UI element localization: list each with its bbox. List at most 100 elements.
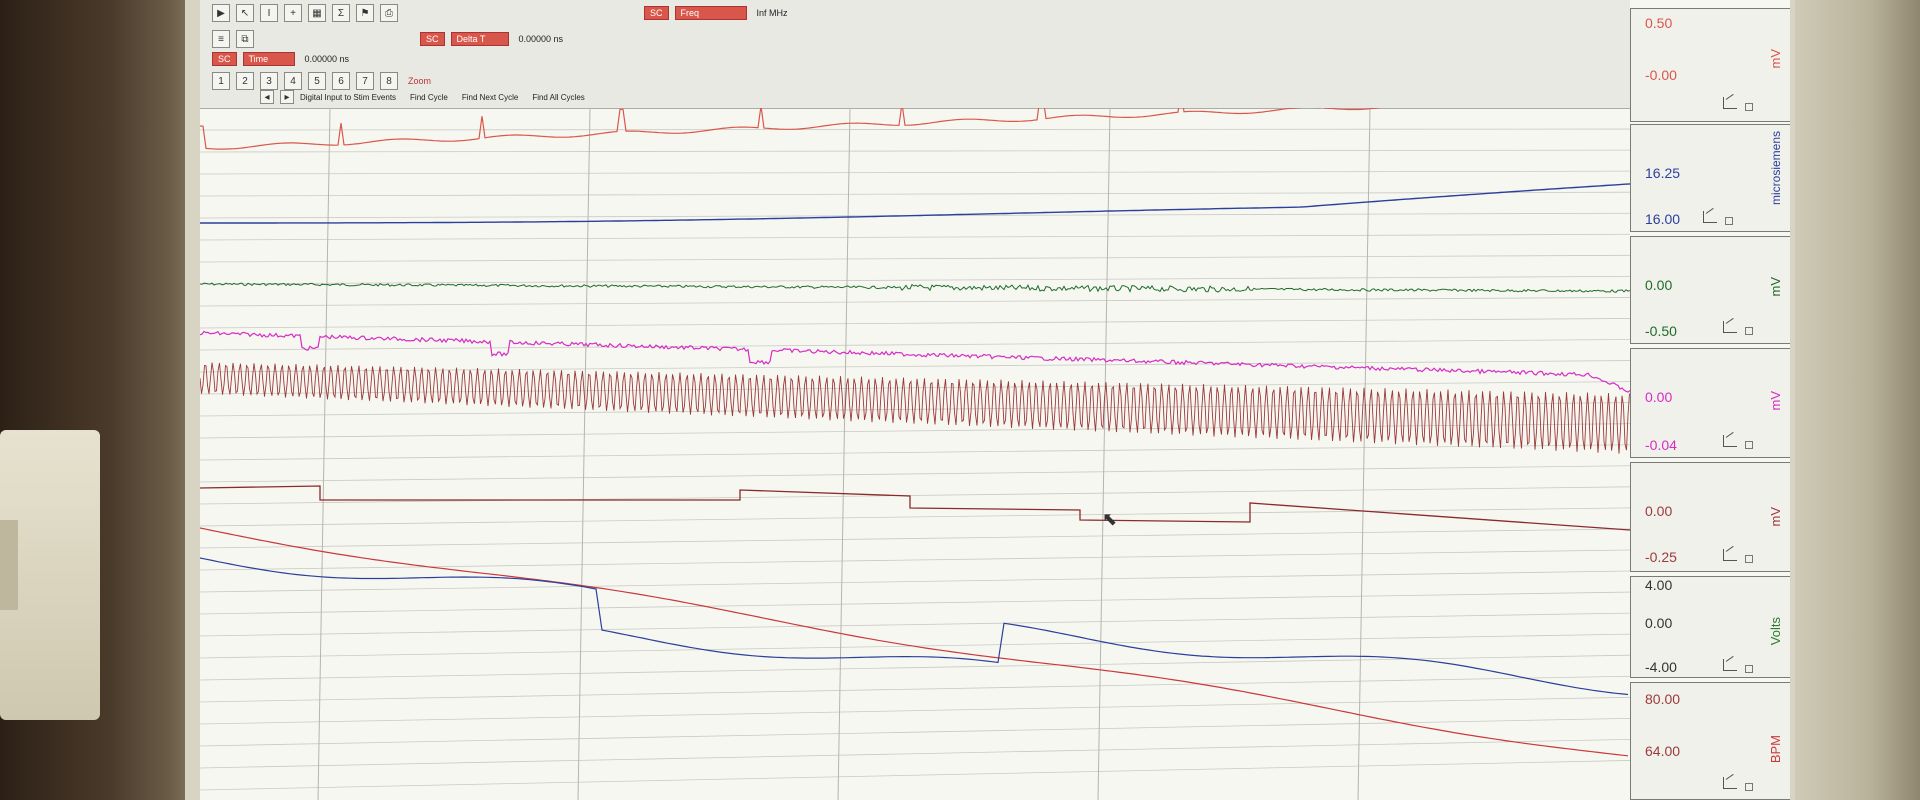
emg-scale-top: 0.00 <box>1645 277 1673 293</box>
grid-line-v <box>577 108 591 800</box>
grid-line-h <box>200 233 1630 241</box>
grid-line-h <box>200 486 1630 505</box>
waveform-area[interactable] <box>200 108 1630 800</box>
delta-readout: 0.00000 ns <box>518 34 564 44</box>
eeg-scale-bottom: -0.04 <box>1645 437 1677 453</box>
grid-line-h <box>200 381 1630 395</box>
print-icon[interactable]: ⎙ <box>380 4 398 22</box>
resp-scale-bottom: -0.25 <box>1645 549 1677 565</box>
zoom-step-7[interactable]: 7 <box>356 72 374 90</box>
zoom-step-5[interactable]: 5 <box>308 72 326 90</box>
desk-equipment-edge <box>0 520 18 610</box>
measurement-select-freq[interactable]: Freq <box>674 6 747 20</box>
autoscale-icon[interactable] <box>1723 435 1737 447</box>
ecg-scale-bottom: -0.00 <box>1645 67 1677 83</box>
grid-line-h <box>200 339 1630 351</box>
grid-line-h <box>200 675 1630 703</box>
scale-panel-emg: 0.00 -0.50 mV <box>1630 236 1790 344</box>
digital-scale-mid: 0.00 <box>1645 615 1673 631</box>
grid-line-h <box>200 696 1630 725</box>
eda-scale-bottom: 16.00 <box>1645 211 1681 227</box>
start-button[interactable]: ▶ <box>212 4 230 22</box>
zoom-step-8[interactable]: 8 <box>380 72 398 90</box>
resp-scale-top: 0.00 <box>1645 503 1673 519</box>
grid-line-h <box>200 738 1630 769</box>
channel-select-sc[interactable]: SC <box>644 6 669 20</box>
toolbar-row-links: ◂ ▸ Digital Input to Stim Events Find Cy… <box>260 90 593 104</box>
settings-icon[interactable] <box>1745 441 1753 449</box>
settings-icon[interactable] <box>1745 783 1753 791</box>
digital-unit: Volts <box>1768 617 1783 646</box>
ecg-scale-top: 0.50 <box>1645 15 1673 31</box>
find-next-cycle-link[interactable]: Find Next Cycle <box>462 93 518 102</box>
settings-icon[interactable] <box>1745 103 1753 111</box>
respiration-trace <box>200 362 1630 454</box>
measurement-select-delta[interactable]: Delta T <box>450 32 509 46</box>
find-cycle-link[interactable]: Find Cycle <box>410 93 448 102</box>
arrow-tool-icon[interactable]: ↖ <box>236 4 254 22</box>
zoom-step-6[interactable]: 6 <box>332 72 350 90</box>
autoscale-icon[interactable] <box>1703 211 1717 223</box>
grid-line-h <box>200 717 1630 747</box>
grid-line-h <box>200 297 1630 307</box>
channel-toggle-icon[interactable]: ≡ <box>212 30 230 48</box>
grid-line-h <box>200 612 1630 637</box>
ibeam-tool-icon[interactable]: I <box>260 4 278 22</box>
heart-rate-trace <box>200 527 1629 757</box>
autoscale-icon[interactable] <box>1723 97 1737 109</box>
digital-scale-top: 4.00 <box>1645 577 1673 593</box>
ecg-unit: mV <box>1768 49 1783 69</box>
autoscale-icon[interactable] <box>1723 659 1737 671</box>
scale-panel-ecg: 0.50 -0.00 mV <box>1630 8 1790 122</box>
emg-unit: mV <box>1768 277 1783 297</box>
hr-scale-top: 80.00 <box>1645 691 1681 707</box>
zoom-step-1[interactable]: 1 <box>212 72 230 90</box>
grid-line-v <box>837 108 851 800</box>
channel-select-sc-3[interactable]: SC <box>212 52 237 66</box>
grid-line-h <box>200 591 1630 615</box>
digital-input-link[interactable]: Digital Input to Stim Events <box>300 93 396 102</box>
autoscale-icon[interactable] <box>1723 321 1737 333</box>
measurement-select-time[interactable]: Time <box>242 52 295 66</box>
settings-icon[interactable] <box>1725 217 1733 225</box>
acquisition-window: ▶ ↖ I + ▦ Σ ⚑ ⎙ SC Freq Inf MHz ≡ ⧉ SC D… <box>200 0 1790 800</box>
eeg-scale-top: 0.00 <box>1645 389 1673 405</box>
zoom-step-2[interactable]: 2 <box>236 72 254 90</box>
toolbar-row-zoom: 1 2 3 4 5 6 7 8 Zoom <box>212 72 435 90</box>
zoom-tool-icon[interactable]: + <box>284 4 302 22</box>
monitor-bezel-right <box>1795 0 1920 800</box>
scale-panel-eda: 16.25 16.00 microsiemens <box>1630 124 1790 232</box>
ecg-trace <box>200 108 1381 150</box>
channel-select-sc-2[interactable]: SC <box>420 32 445 46</box>
grid-line-v <box>1357 108 1371 800</box>
grid-line-h <box>200 318 1630 329</box>
zoom-step-4[interactable]: 4 <box>284 72 302 90</box>
settings-icon[interactable] <box>1745 555 1753 563</box>
waveform-canvas[interactable] <box>200 108 1630 800</box>
prev-arrow-icon[interactable]: ◂ <box>260 90 274 104</box>
grid-line-h <box>200 549 1630 571</box>
next-arrow-icon[interactable]: ▸ <box>280 90 294 104</box>
toolbar-row-measure: ≡ ⧉ SC Delta T 0.00000 ns <box>212 30 567 48</box>
overlap-icon[interactable]: ⧉ <box>236 30 254 48</box>
toolbar-row-time: SC Time 0.00000 ns <box>212 52 353 66</box>
settings-icon[interactable] <box>1745 665 1753 673</box>
grid-line-v <box>317 108 331 800</box>
autoscale-icon[interactable] <box>1723 777 1737 789</box>
grid-icon[interactable]: ▦ <box>308 4 326 22</box>
resp-unit: mV <box>1768 507 1783 527</box>
scale-panel-heart-rate: 80.00 64.00 BPM <box>1630 682 1790 800</box>
toolbar-row-tools: ▶ ↖ I + ▦ Σ ⚑ ⎙ SC Freq Inf MHz <box>212 4 792 22</box>
marker-icon[interactable]: ⚑ <box>356 4 374 22</box>
settings-icon[interactable] <box>1745 327 1753 335</box>
grid-line-h <box>200 128 1630 131</box>
emg-scale-bottom: -0.50 <box>1645 323 1677 339</box>
autoscale-icon[interactable] <box>1723 549 1737 561</box>
eda-unit: microsiemens <box>1769 131 1783 206</box>
grid-line-h <box>200 275 1630 285</box>
bottom-trace <box>200 557 1629 696</box>
find-all-cycles-link[interactable]: Find All Cycles <box>532 93 584 102</box>
zoom-step-3[interactable]: 3 <box>260 72 278 90</box>
grid-line-h <box>200 465 1630 483</box>
sigma-icon[interactable]: Σ <box>332 4 350 22</box>
